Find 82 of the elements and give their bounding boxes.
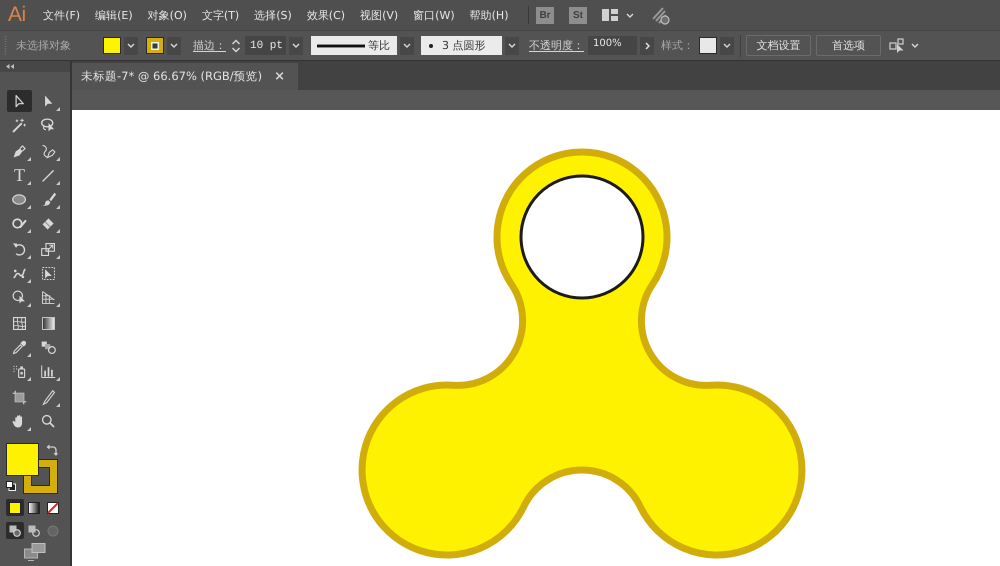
swap-arrow-icon[interactable] [46, 444, 58, 456]
toolbar-button[interactable]: 文档设置 [746, 35, 811, 56]
collapse-icon[interactable] [6, 64, 14, 69]
squares-circle-icon [40, 338, 57, 356]
menu-item[interactable]: 视图(V) [352, 6, 406, 24]
default-colors-icon[interactable] [6, 481, 16, 491]
draw-mode-button[interactable] [6, 522, 24, 539]
spinner-arrows-icon[interactable] [231, 38, 241, 54]
dropdown-button[interactable] [400, 36, 414, 54]
color-mode-button[interactable] [6, 499, 24, 516]
dropdown-button[interactable] [720, 36, 734, 54]
color-mode-button[interactable] [44, 499, 62, 516]
layout-icon [602, 9, 618, 21]
menu-item[interactable]: 选择(S) [246, 6, 300, 24]
resize-squares-icon [40, 240, 57, 258]
crop-frame-icon [11, 388, 28, 406]
brush-field[interactable]: 3 点圆形 [421, 36, 502, 55]
toolbar-button[interactable]: 首选项 [816, 35, 881, 56]
wand-icon [11, 116, 28, 134]
close-button[interactable]: × [274, 69, 286, 84]
gradient-icon [40, 314, 57, 332]
circle-arrow-icon [11, 288, 28, 306]
style-swatch[interactable] [699, 37, 717, 54]
pen-icon [11, 142, 28, 160]
dot-icon [429, 44, 433, 48]
perspective-grid-icon [40, 288, 57, 306]
menu-item[interactable]: 帮助(H) [462, 6, 516, 24]
menu-item[interactable]: 对象(O) [140, 6, 194, 24]
circle-inside-icon [47, 524, 59, 536]
magnifier-icon [40, 412, 57, 430]
menu-item[interactable]: 效果(C) [299, 6, 353, 24]
document-tab[interactable]: 未标题-7* @ 66.67% (RGB/预览) × [72, 63, 298, 90]
grip-icon [4, 36, 7, 56]
chevron-down-icon [170, 43, 178, 48]
square-outline-icon [151, 42, 159, 50]
stroke-label[interactable]: 描边： [193, 38, 226, 53]
chevron-down-icon[interactable] [911, 43, 919, 48]
stroke-line-icon [317, 44, 365, 48]
stroke-weight-field[interactable]: 10 pt [245, 36, 286, 55]
no-fill-icon [47, 502, 59, 514]
selection-status: 未选择对象 [16, 38, 71, 53]
dropdown-button[interactable] [167, 36, 181, 54]
stripes-circle-icon[interactable] [651, 6, 670, 24]
chevron-down-icon [403, 43, 411, 48]
app-logo: Ai [8, 3, 26, 27]
style-label: 样式： [661, 38, 694, 53]
fill-swatch[interactable] [103, 37, 121, 54]
chevron-down-icon [292, 43, 300, 48]
stroke-profile-field[interactable]: 等比 [311, 36, 397, 55]
blade-icon [40, 388, 57, 406]
chevron-down-icon [127, 43, 135, 48]
opacity-field[interactable]: 100% [588, 36, 637, 55]
gradient-swatch-icon [28, 502, 40, 514]
chevron-right-icon [644, 42, 650, 50]
dropdown-button[interactable] [505, 36, 519, 54]
slider-button[interactable] [640, 36, 654, 54]
menu-item[interactable]: 窗口(W) [406, 6, 462, 24]
tool-button[interactable] [7, 90, 32, 112]
chevron-down-icon [723, 43, 731, 48]
dropdown-button[interactable] [289, 36, 303, 54]
tool-button[interactable]: T [7, 164, 32, 186]
solid-fill-icon [9, 502, 21, 514]
curvature-pen-icon [40, 142, 57, 160]
color-mode-button[interactable] [25, 499, 43, 516]
workspace-button[interactable] [602, 7, 634, 23]
document-title: 未标题-7* @ 66.67% (RGB/预览) [81, 69, 262, 84]
menu-item[interactable]: 文件(F) [36, 6, 88, 24]
monitors-icon[interactable] [24, 543, 46, 561]
overlap-shapes-icon [9, 524, 21, 536]
mesh-icon [11, 314, 28, 332]
shapes-behind-icon [28, 524, 40, 536]
stroke-swatch[interactable] [146, 37, 164, 54]
menu-item[interactable]: 编辑(E) [88, 6, 140, 24]
bar-chart-icon [40, 362, 57, 380]
menu-item[interactable]: 文字(T) [194, 6, 247, 24]
opacity-label[interactable]: 不透明度： [529, 38, 584, 53]
fill-color-box[interactable] [6, 443, 39, 476]
dropdown-button[interactable] [124, 36, 138, 54]
eyedropper-icon [11, 338, 28, 356]
rotate-icon [11, 240, 28, 258]
chevron-down-icon [626, 12, 634, 18]
chevron-down-icon [508, 43, 516, 48]
